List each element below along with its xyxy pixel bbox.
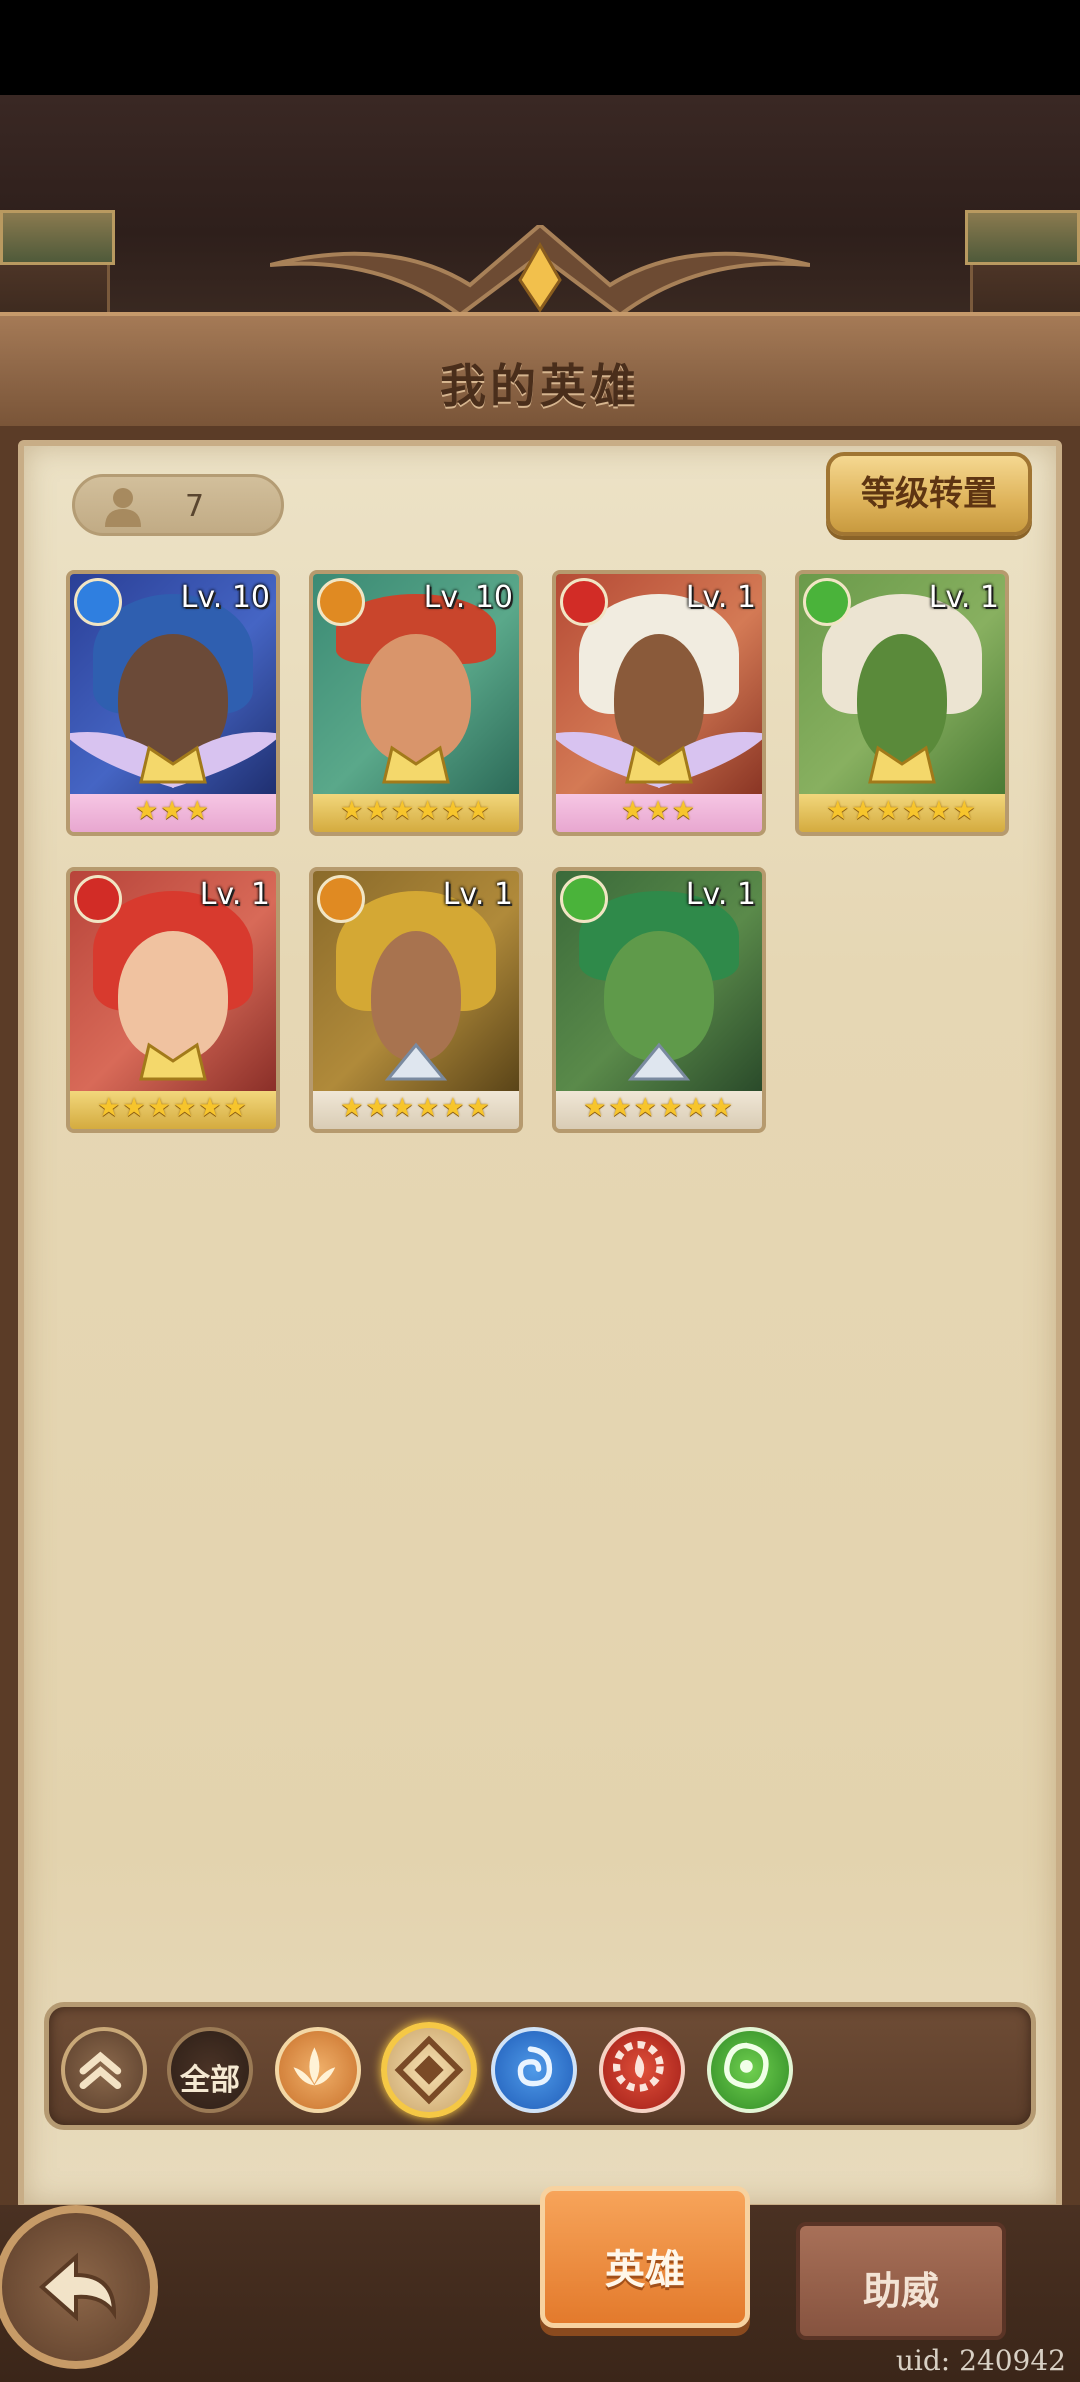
user-id: uid: 240942 xyxy=(895,2344,1066,2377)
double-chevron-up-icon xyxy=(79,2051,122,2090)
star-icons: ★★★ xyxy=(621,796,697,826)
hero-card[interactable]: Lv. 1 ★★★★★★ xyxy=(552,867,766,1133)
hero-level: Lv. 1 xyxy=(685,877,756,912)
page-title: 我的英雄 xyxy=(440,359,640,413)
light-filter-button[interactable] xyxy=(275,2027,361,2113)
hero-level: Lv. 1 xyxy=(442,877,513,912)
hero-star-row: ★★★★★★ xyxy=(70,1091,276,1129)
star-icons: ★★★★★★ xyxy=(340,796,492,826)
earth-rune-icon xyxy=(394,2035,464,2105)
title-bar: 我的英雄 xyxy=(0,312,1080,432)
hero-level: Lv. 1 xyxy=(928,580,999,615)
star-icons: ★★★★★★ xyxy=(340,1093,492,1123)
hero-card[interactable]: Lv. 1 ★★★★★★ xyxy=(66,867,280,1133)
wind-element-icon xyxy=(803,578,851,626)
tab-hero[interactable]: 英雄 xyxy=(540,2186,750,2328)
hero-level: Lv. 10 xyxy=(180,580,270,615)
lotus-icon xyxy=(293,2047,336,2086)
right-pillar-cap xyxy=(965,210,1080,265)
fire-filter-button[interactable] xyxy=(599,2027,685,2113)
hero-star-row: ★★★★★★ xyxy=(313,794,519,832)
wind-filter-button[interactable] xyxy=(707,2027,793,2113)
wind-spiral-icon xyxy=(724,2042,769,2089)
hero-star-row: ★★★★★★ xyxy=(556,1091,762,1129)
back-button[interactable] xyxy=(0,2205,158,2369)
hero-count-value: 7 xyxy=(185,489,205,524)
tab-support[interactable]: 助威 xyxy=(796,2222,1006,2340)
water-element-icon xyxy=(74,578,122,626)
hero-count: 7 xyxy=(72,474,284,536)
hero-card[interactable]: Lv. 1 ★★★ xyxy=(552,570,766,836)
earth-element-icon xyxy=(317,578,365,626)
fire-gear-icon xyxy=(612,2040,664,2092)
hero-star-row: ★★★★★★ xyxy=(799,794,1005,832)
hero-card[interactable]: Lv. 10 ★★★★★★ xyxy=(309,570,523,836)
hero-star-row: ★★★★★★ xyxy=(313,1091,519,1129)
hero-level: Lv. 1 xyxy=(685,580,756,615)
fire-element-icon xyxy=(560,578,608,626)
star-icons: ★★★★★★ xyxy=(583,1093,735,1123)
hero-level: Lv. 1 xyxy=(199,877,270,912)
tab-hero-label: 英雄 xyxy=(605,2247,685,2293)
all-filter-button[interactable]: 全部 xyxy=(167,2027,253,2113)
water-filter-button[interactable] xyxy=(491,2027,577,2113)
water-swirl-icon xyxy=(517,2046,553,2087)
fire-element-icon xyxy=(74,875,122,923)
level-reset-button[interactable]: 等级转置 xyxy=(826,452,1032,536)
all-filter-label: 全部 xyxy=(180,2063,240,2098)
star-icons: ★★★★★★ xyxy=(97,1093,249,1123)
hero-card[interactable]: Lv. 1 ★★★★★★ xyxy=(795,570,1009,836)
hero-level: Lv. 10 xyxy=(423,580,513,615)
earth-element-icon xyxy=(317,875,365,923)
element-filter-bar: 全部 xyxy=(44,2002,1036,2130)
earth-filter-button[interactable] xyxy=(381,2022,477,2118)
star-icons: ★★★★★★ xyxy=(826,796,978,826)
hero-card[interactable]: Lv. 10 ★★★ xyxy=(66,570,280,836)
tab-support-label: 助威 xyxy=(862,2269,939,2313)
collapse-filter-button[interactable] xyxy=(61,2027,147,2113)
hero-star-row: ★★★ xyxy=(70,794,276,832)
star-icons: ★★★ xyxy=(135,796,211,826)
wind-element-icon xyxy=(560,875,608,923)
back-arrow-icon xyxy=(38,2252,117,2322)
hero-card[interactable]: Lv. 1 ★★★★★★ xyxy=(309,867,523,1133)
status-bar xyxy=(0,0,1080,95)
left-pillar-cap xyxy=(0,210,115,265)
hero-star-row: ★★★ xyxy=(556,794,762,832)
person-icon xyxy=(105,488,141,527)
